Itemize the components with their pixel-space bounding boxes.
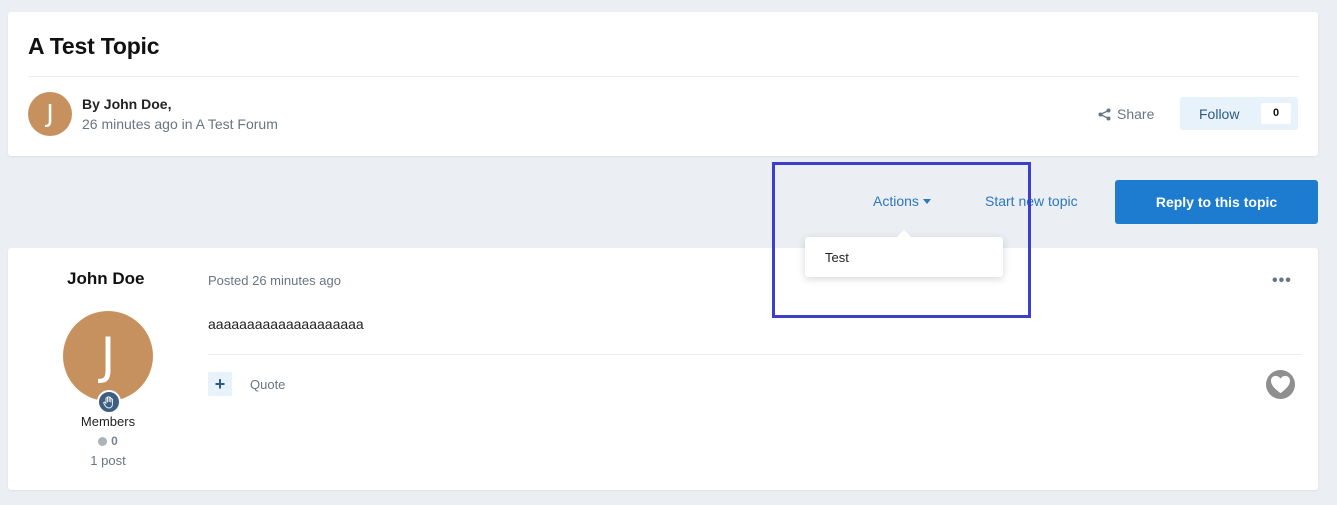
page-title: A Test Topic (28, 33, 160, 59)
reply-button[interactable]: Reply to this topic (1115, 180, 1318, 224)
poster-avatar[interactable]: J (63, 311, 153, 401)
quote-button[interactable]: Quote (250, 377, 285, 392)
caret-down-icon (922, 198, 931, 204)
poster-name[interactable]: John Doe (67, 269, 144, 289)
ellipsis-icon[interactable]: ••• (1272, 272, 1292, 290)
follow-button[interactable]: Follow 0 (1180, 97, 1298, 130)
reputation-count: 0 (111, 434, 118, 448)
topic-meta: 26 minutes ago in A Test Forum (82, 116, 278, 132)
poster-group: Members (80, 414, 136, 429)
avatar[interactable]: J (28, 92, 72, 136)
share-button[interactable]: Share (1098, 106, 1154, 122)
menu-item-test[interactable]: Test (825, 250, 849, 265)
header-divider (28, 76, 1298, 77)
post: John Doe J Members 0 1 post Posted 26 mi… (8, 248, 1318, 490)
hand-icon (103, 395, 113, 408)
start-new-topic-link[interactable]: Start new topic (985, 193, 1078, 209)
topic-header: A Test Topic J By John Doe, 26 minutes a… (8, 12, 1318, 156)
actions-menu: Test (805, 230, 1003, 277)
follow-count: 0 (1261, 103, 1291, 124)
heart-icon (1271, 375, 1290, 394)
post-count: 1 post (90, 453, 126, 468)
post-body: aaaaaaaaaaaaaaaaaaaa (208, 316, 364, 332)
share-icon (1098, 108, 1111, 120)
reputation: 0 (8, 434, 208, 448)
group-badge (97, 390, 121, 414)
reputation-icon (98, 436, 108, 446)
reaction-button[interactable] (1266, 370, 1295, 399)
actions-label: Actions (873, 193, 919, 209)
multiquote-button[interactable]: + (208, 372, 232, 396)
forum-link[interactable]: A Test Forum (196, 116, 278, 132)
post-divider (208, 354, 1302, 355)
follow-label: Follow (1199, 105, 1240, 122)
actions-button[interactable]: Actions (873, 193, 931, 209)
post-date[interactable]: Posted 26 minutes ago (208, 273, 341, 288)
topic-time: 26 minutes ago in (82, 116, 193, 132)
share-label: Share (1117, 106, 1155, 122)
author-name[interactable]: By John Doe, (82, 96, 171, 112)
